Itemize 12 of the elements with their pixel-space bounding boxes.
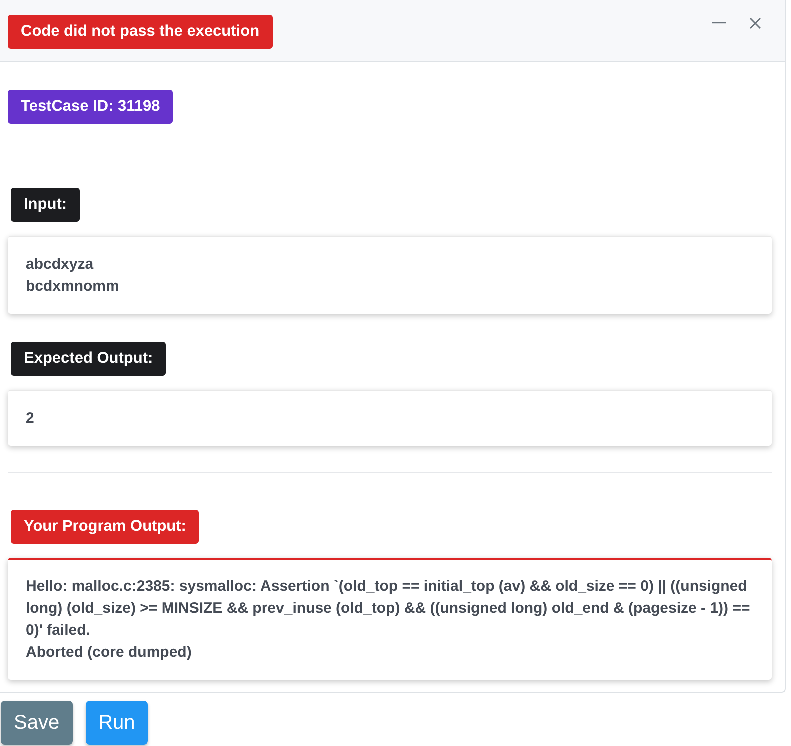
close-icon bbox=[750, 18, 760, 28]
input-text: abcdxyza bcdxmnomm bbox=[26, 255, 120, 297]
save-button[interactable]: Save bbox=[1, 701, 73, 745]
expected-output-text: 2 bbox=[26, 409, 36, 429]
minimize-icon bbox=[712, 22, 726, 24]
expected-output-label: Expected Output: bbox=[11, 342, 166, 376]
program-output-label: Your Program Output: bbox=[11, 510, 200, 544]
testcase-id-badge: TestCase ID: 31198 bbox=[8, 90, 174, 124]
status-badge: Code did not pass the execution bbox=[8, 15, 273, 49]
run-button[interactable]: Run bbox=[86, 701, 148, 745]
program-output-text: Hello: malloc.c:2385: sysmalloc: Assertion `(old_top == initial_top (av) && old_size == 0) || ((unsigned long) (old_size) >= MINSIZE && prev_inuse (old_top) && ((unsigned long) old_end & (pagesize - 1)) == 0)' failed. Aborted (core dumped) bbox=[26, 577, 752, 663]
input-label: Input: bbox=[11, 188, 80, 222]
